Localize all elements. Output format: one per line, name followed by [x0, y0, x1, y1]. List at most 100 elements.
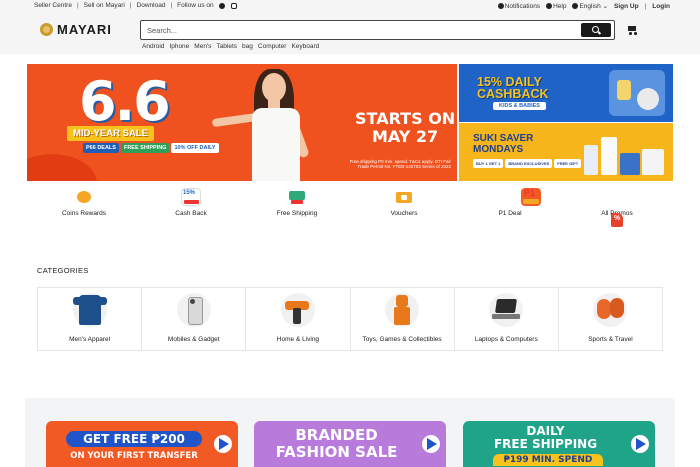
help-icon — [546, 2, 553, 9]
category-laptops-computers[interactable]: Laptops & Computers — [455, 288, 559, 350]
feature-label: Coins Rewards — [61, 210, 107, 217]
truck-icon — [287, 188, 307, 206]
feature-label: Free Shipping — [276, 210, 318, 217]
play-icon — [631, 435, 649, 453]
feature-free-shipping[interactable]: Free Shipping — [247, 188, 347, 217]
promo-line3: ₱199 MIN. SPEND — [493, 454, 603, 466]
instagram-icon[interactable] — [230, 2, 237, 9]
banner-headline: 6.6 — [79, 70, 171, 133]
promo-line2: ON YOUR FIRST TRANSFER — [70, 451, 198, 461]
boxing-glove-icon — [593, 293, 628, 327]
banner-fine-print: Free shipping P0 min. spend. T&Cs apply.… — [349, 159, 451, 169]
feature-shortcuts: Coins Rewards Cash Back Free Shipping Vo… — [27, 188, 673, 227]
model-photo — [211, 64, 362, 181]
drill-icon — [280, 293, 315, 327]
deal-chip: P66 DEALS — [83, 143, 119, 154]
feature-label: Cash Back — [175, 210, 207, 217]
category-label: Mobiles & Gadget — [167, 336, 220, 343]
sell-on-link[interactable]: Sell on Mayari — [84, 2, 125, 9]
divider: | — [76, 2, 79, 9]
suki-chips: BUY 1 GET 1 BRAND EXCLUSIVES FREE GIFT — [473, 159, 582, 168]
brand-name: MAYARI — [57, 22, 112, 37]
cart-icon[interactable] — [627, 25, 637, 35]
chevron-down-icon: ⌄ — [602, 3, 609, 10]
language-label: English — [579, 3, 601, 10]
suki-saver-banner[interactable]: SUKI SAVER MONDAYS BUY 1 GET 1 BRAND EXC… — [459, 123, 673, 181]
category-mens-apparel[interactable]: Men's Apparel — [38, 288, 143, 350]
help-link[interactable]: Help — [546, 3, 566, 10]
promo-line1: BRANDED — [295, 426, 378, 444]
quick-link[interactable]: Computer — [258, 43, 287, 50]
play-icon — [422, 435, 440, 453]
download-link[interactable]: Download — [137, 2, 166, 9]
category-label: Laptops & Computers — [474, 336, 538, 343]
seller-centre-link[interactable]: Seller Centre — [34, 2, 72, 9]
decorative-shape — [27, 154, 97, 181]
feature-p1-deal[interactable]: P1 Deal — [460, 188, 560, 217]
divider: | — [170, 2, 173, 9]
top-left-links: Seller Centre | Sell on Mayari | Downloa… — [34, 2, 238, 9]
category-toys-games[interactable]: Toys, Games & Collectibles — [351, 288, 455, 350]
language-selector[interactable]: English ⌄ — [572, 2, 608, 10]
follow-label: Follow us on — [177, 2, 214, 9]
start-date-label: MAY 27 — [371, 127, 439, 146]
category-label: Home & Living — [276, 336, 320, 343]
suki-title-line2: MONDAYS — [473, 144, 524, 155]
search-input[interactable] — [147, 24, 567, 36]
quick-link[interactable]: Tablets — [216, 43, 237, 50]
promo-line2: FREE SHIPPING — [493, 437, 598, 451]
search-bar — [140, 20, 615, 40]
promo-tag-icon — [607, 211, 627, 229]
feature-all-promos[interactable]: All Promos — [567, 188, 667, 227]
category-mobiles-gadget[interactable]: Mobiles & Gadget — [142, 288, 247, 350]
coins-icon — [74, 188, 94, 206]
search-button[interactable] — [581, 23, 611, 37]
phone-icon — [176, 293, 211, 327]
shirt-icon — [72, 293, 107, 327]
hero-banner-mid-year-sale[interactable]: 6.6 MID-YEAR SALE P66 DEALS FREE SHIPPIN… — [27, 64, 457, 181]
quick-link[interactable]: bag — [242, 43, 253, 50]
p1-deal-icon — [521, 188, 541, 206]
feature-vouchers[interactable]: Vouchers — [354, 188, 454, 217]
feature-label: Vouchers — [390, 210, 418, 217]
divider: | — [129, 2, 132, 9]
category-sports-travel[interactable]: Sports & Travel — [559, 288, 662, 350]
brand-logo[interactable]: MAYARI — [40, 22, 112, 37]
cashback-title-line2: CASHBACK — [477, 87, 549, 101]
promo-card-free-shipping[interactable]: DAILY FREE SHIPPING ₱199 MIN. SPEND — [463, 421, 655, 467]
quick-link[interactable]: Iphone — [169, 43, 189, 50]
top-right-links: Notifications Help English ⌄ Sign Up | L… — [497, 2, 670, 10]
site-header: MAYARI Android Iphone Men's Tablets bag … — [0, 12, 700, 54]
signup-link[interactable]: Sign Up — [614, 3, 639, 10]
suki-title-line1: SUKI SAVER — [473, 133, 534, 144]
quick-link[interactable]: Android — [142, 43, 164, 50]
help-label: Help — [553, 2, 567, 10]
grocery-products-image — [584, 131, 666, 175]
facebook-icon[interactable] — [218, 2, 225, 9]
deal-chip: FREE SHIPPING — [120, 143, 170, 154]
feature-coins-rewards[interactable]: Coins Rewards — [34, 188, 134, 217]
starts-on-label: STARTS ON — [355, 109, 456, 128]
promo-line2: FASHION SALE — [275, 443, 398, 461]
login-link[interactable]: Login — [652, 3, 670, 10]
quick-link[interactable]: Men's — [194, 43, 211, 50]
cashback-banner[interactable]: 15% DAILY CASHBACK KIDS & BABIES — [459, 64, 673, 122]
play-icon — [214, 435, 232, 453]
bell-icon — [497, 2, 504, 9]
promo-card-free-transfer[interactable]: GET FREE ₱200 ON YOUR FIRST TRANSFER — [46, 421, 238, 467]
banner-sale-label: MID-YEAR SALE — [67, 126, 154, 141]
quick-link[interactable]: Keyboard — [291, 43, 319, 50]
suki-chip: FREE GIFT — [554, 159, 582, 168]
suki-chip: BRAND EXCLUSIVES — [505, 159, 553, 168]
category-label: Men's Apparel — [69, 336, 111, 343]
category-home-living[interactable]: Home & Living — [246, 288, 351, 350]
banner-start-date: STARTS ON MAY 27 — [355, 110, 455, 146]
promo-line1: GET FREE ₱200 — [66, 431, 202, 447]
categories-heading: CATEGORIES — [37, 266, 89, 275]
search-icon — [592, 26, 599, 33]
globe-icon — [572, 3, 579, 10]
feature-cash-back[interactable]: Cash Back — [141, 188, 241, 217]
promo-card-fashion-sale[interactable]: BRANDED FASHION SALE — [254, 421, 446, 467]
notifications-link[interactable]: Notifications — [497, 2, 540, 10]
banner-deal-chips: P66 DEALS FREE SHIPPING 10% OFF DAILY — [83, 143, 219, 154]
